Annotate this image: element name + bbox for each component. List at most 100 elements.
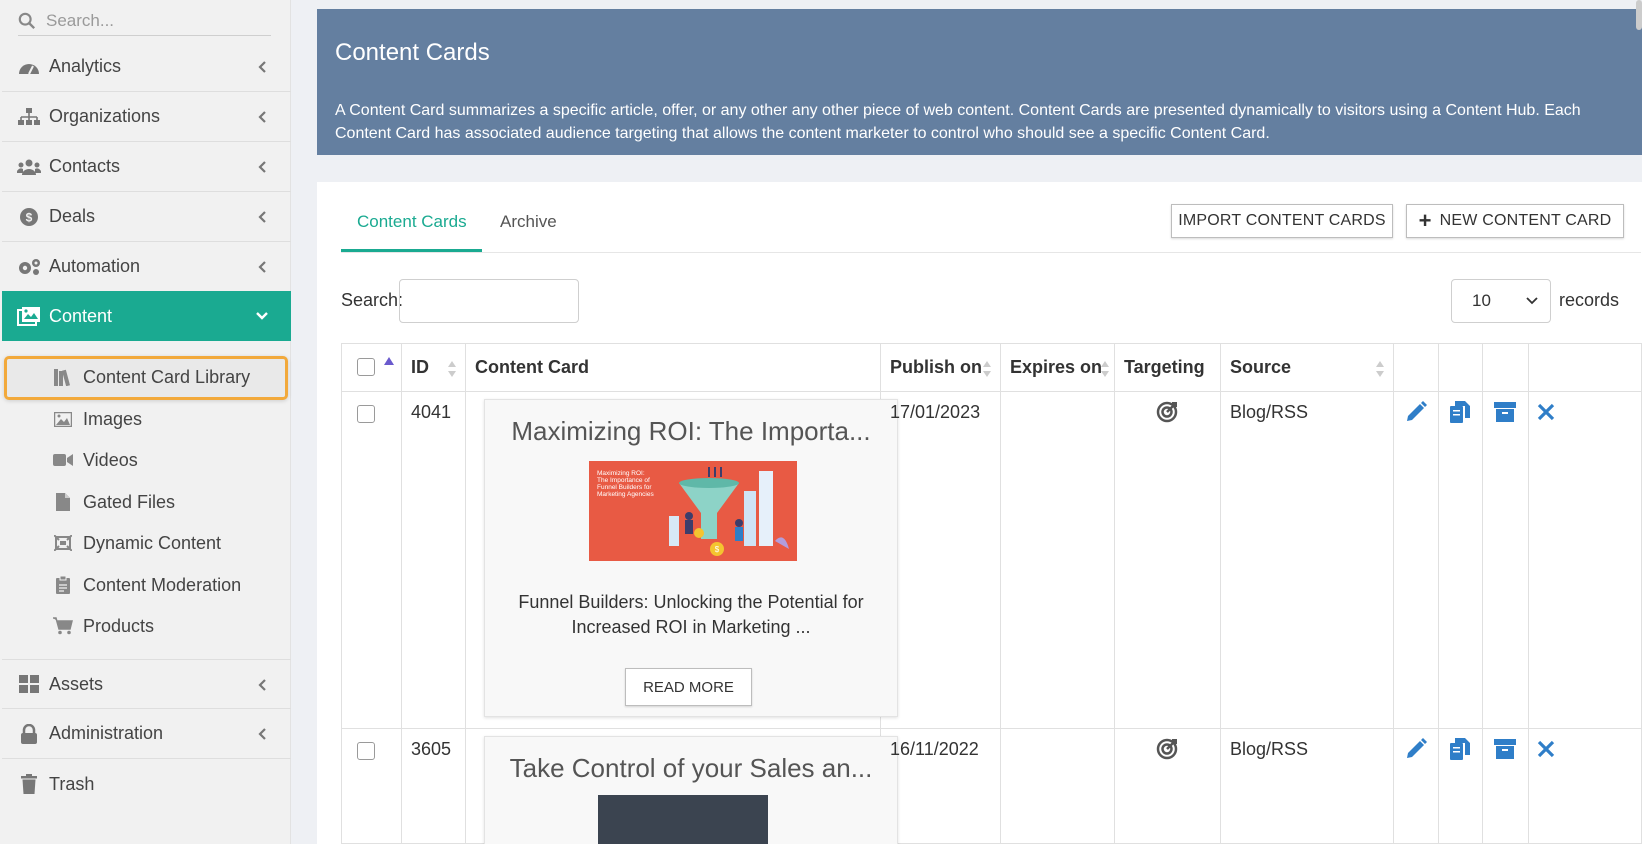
- search-label: Search:: [341, 290, 404, 310]
- sort-icon[interactable]: [1375, 360, 1385, 378]
- chevron-left-icon: [258, 211, 266, 223]
- sidebar-item-label: Administration: [49, 723, 164, 743]
- sidebar-subitem-images[interactable]: Images: [53, 402, 142, 436]
- chevron-left-icon: [258, 161, 266, 173]
- tab-archive[interactable]: Archive: [500, 212, 557, 232]
- content-card-preview: Take Control of your Sales an...: [484, 736, 898, 844]
- sidebar-search[interactable]: Search...: [18, 6, 271, 36]
- cart-icon: [53, 617, 73, 635]
- chevron-left-icon: [258, 61, 266, 73]
- content-card-preview: Maximizing ROI: The Importa... Maximizin…: [484, 399, 898, 717]
- sitemap-icon: [17, 106, 41, 128]
- column-header-source[interactable]: Source: [1220, 344, 1393, 392]
- sidebar-item-label: Trash: [49, 773, 95, 794]
- archive-button[interactable]: [1492, 736, 1518, 762]
- archive-button[interactable]: [1492, 399, 1518, 425]
- svg-text:$: $: [26, 210, 33, 224]
- sidebar-subitem-label: Content Moderation: [83, 574, 242, 595]
- books-icon: [53, 368, 73, 386]
- sidebar-item-administration[interactable]: Administration: [2, 709, 291, 759]
- card-thumbnail: [598, 795, 768, 844]
- column-header-label: Expires on: [1010, 357, 1103, 377]
- sidebar-item-label: Content: [49, 305, 113, 326]
- column-divider: [1482, 344, 1483, 844]
- sidebar-item-content[interactable]: Content: [2, 291, 291, 341]
- sidebar-subitem-videos[interactable]: Videos: [53, 443, 138, 477]
- edit-button[interactable]: [1403, 736, 1429, 762]
- duplicate-button[interactable]: [1447, 399, 1473, 425]
- column-header-label: Content Card: [475, 357, 589, 377]
- row-id: 3605: [411, 739, 452, 759]
- video-icon: [53, 451, 73, 469]
- table-search-input[interactable]: [399, 279, 579, 323]
- delete-button[interactable]: [1533, 399, 1559, 425]
- delete-button[interactable]: [1533, 736, 1559, 762]
- edit-button[interactable]: [1403, 399, 1429, 425]
- chevron-left-icon: [258, 261, 266, 273]
- column-header-expires-on[interactable]: Expires on: [1000, 344, 1114, 392]
- targeting-icon[interactable]: [1156, 401, 1178, 423]
- chevron-down-icon: [256, 312, 268, 320]
- sidebar-item-automation[interactable]: Automation: [2, 242, 291, 292]
- archive-icon: [1494, 739, 1516, 759]
- sidebar-item-contacts[interactable]: Contacts: [2, 142, 291, 192]
- sidebar-subitem-content-card-library[interactable]: Content Card Library: [53, 360, 250, 394]
- targeting-icon[interactable]: [1156, 738, 1178, 760]
- page-scrollbar[interactable]: [1636, 0, 1642, 30]
- publish-date: 17/01/2023: [890, 402, 981, 422]
- records-value: 10: [1472, 291, 1491, 310]
- new-content-card-button[interactable]: + NEW CONTENT CARD: [1406, 204, 1624, 238]
- sort-icon[interactable]: [447, 360, 457, 378]
- page-header: Content Cards A Content Card summarizes …: [317, 9, 1642, 155]
- import-content-cards-button[interactable]: IMPORT CONTENT CARDS: [1171, 204, 1393, 238]
- sidebar-item-assets[interactable]: Assets: [2, 659, 291, 709]
- column-header-label: Source: [1230, 357, 1292, 377]
- page-title: Content Cards: [335, 39, 490, 66]
- row-divider: [342, 728, 1642, 729]
- read-more-label: READ MORE: [643, 678, 734, 696]
- chevron-left-icon: [258, 111, 266, 123]
- row-checkbox[interactable]: [357, 405, 375, 423]
- card-title: Maximizing ROI: The Importa...: [511, 416, 871, 446]
- sidebar-item-label: Analytics: [49, 56, 122, 76]
- sort-icon[interactable]: [982, 360, 992, 378]
- sort-asc-icon[interactable]: [384, 357, 394, 365]
- source-value: Blog/RSS: [1230, 739, 1309, 759]
- dollar-icon: $: [17, 206, 41, 228]
- archive-icon: [1494, 402, 1516, 422]
- column-header-label: Publish on: [890, 357, 982, 377]
- sidebar-subitem-label: Dynamic Content: [83, 532, 222, 553]
- column-divider: [1438, 344, 1439, 844]
- column-divider: [1000, 344, 1001, 844]
- column-divider: [1114, 344, 1115, 844]
- read-more-button[interactable]: READ MORE: [625, 668, 752, 706]
- sidebar-subitem-label: Videos: [83, 449, 138, 470]
- sidebar-item-label: Deals: [49, 206, 96, 226]
- sidebar-item-deals[interactable]: $ Deals: [2, 192, 291, 242]
- column-header-content-card[interactable]: Content Card: [465, 344, 880, 392]
- pencil-icon: [1407, 401, 1427, 421]
- select-all-checkbox[interactable]: [357, 358, 375, 376]
- sidebar-subitem-gated-files[interactable]: Gated Files: [53, 485, 175, 519]
- sidebar-item-trash[interactable]: Trash: [2, 759, 291, 809]
- records-per-page-select[interactable]: 10: [1451, 279, 1551, 323]
- tab-content-cards[interactable]: Content Cards: [357, 212, 467, 232]
- source-value: Blog/RSS: [1230, 402, 1309, 422]
- tab-divider: [341, 252, 1641, 253]
- sidebar-subitem-products[interactable]: Products: [53, 609, 154, 643]
- sort-icon[interactable]: [1100, 360, 1110, 378]
- sidebar-item-organizations[interactable]: Organizations: [2, 92, 291, 142]
- sidebar-subitem-dynamic-content[interactable]: Dynamic Content: [53, 526, 221, 560]
- svg-text:$: $: [715, 545, 720, 554]
- row-id: 4041: [411, 402, 452, 422]
- chevron-left-icon: [258, 679, 266, 691]
- gauge-icon: [17, 56, 41, 78]
- column-divider: [465, 344, 466, 844]
- row-checkbox[interactable]: [357, 742, 375, 760]
- sidebar-item-analytics[interactable]: Analytics: [2, 42, 291, 92]
- plus-icon: +: [1418, 208, 1432, 233]
- sidebar-subitem-content-moderation[interactable]: Content Moderation: [53, 568, 241, 602]
- duplicate-button[interactable]: [1447, 736, 1473, 762]
- column-divider: [1528, 344, 1529, 844]
- column-divider: [1393, 344, 1394, 844]
